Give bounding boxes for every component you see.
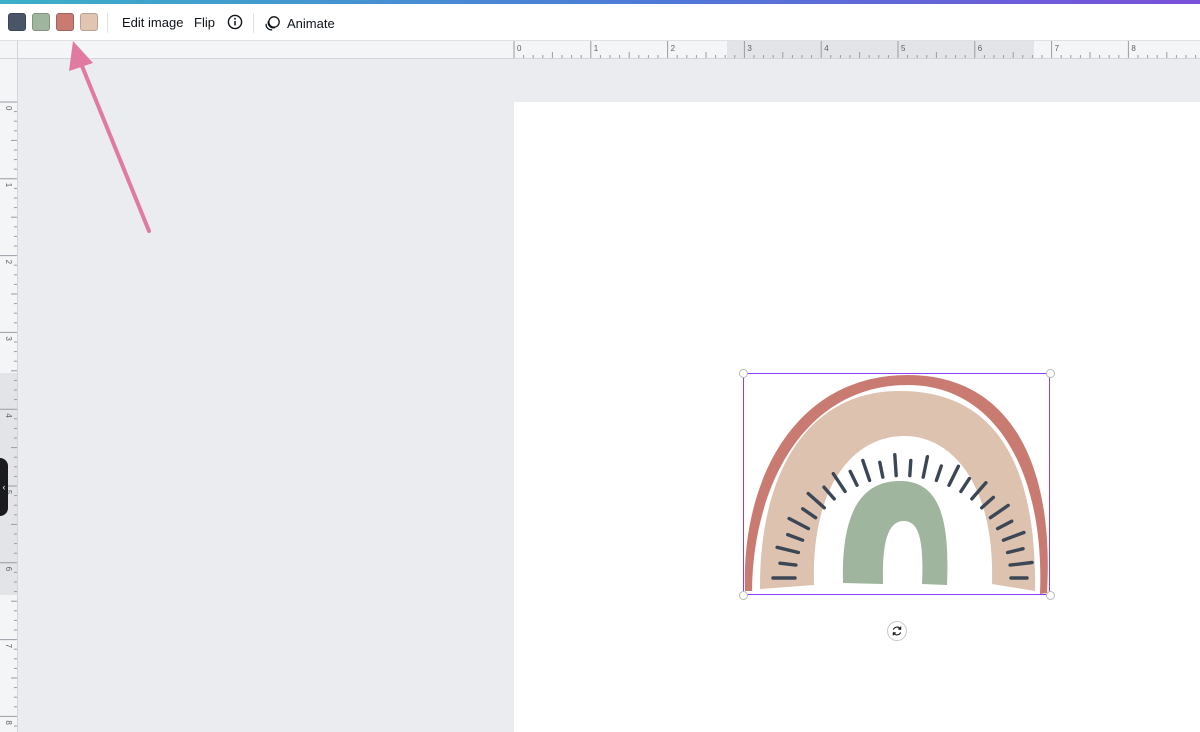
color-swatch-sage[interactable]	[32, 13, 50, 31]
ruler-label: 4	[824, 44, 829, 53]
toolbar-divider	[253, 13, 254, 33]
animate-button[interactable]: Animate	[264, 12, 335, 34]
ruler-corner	[0, 41, 18, 59]
ruler-label: 5	[901, 44, 906, 53]
ruler-label: 8	[1131, 44, 1136, 53]
color-swatch-terracotta[interactable]	[56, 13, 74, 31]
ruler-label: 1	[4, 183, 13, 188]
ruler-label: 2	[4, 260, 13, 265]
chevron-left-icon: ‹	[2, 482, 6, 492]
ruler-label: 3	[747, 44, 752, 53]
ruler-label: 6	[978, 44, 983, 53]
ruler-label: 6	[4, 567, 13, 572]
rotate-handle[interactable]	[887, 621, 907, 641]
top-ruler[interactable]: 0 1 2 3 4 5 6 7 8	[18, 41, 1200, 59]
edit-image-button[interactable]: Edit image	[122, 12, 183, 34]
info-icon[interactable]	[227, 14, 243, 30]
ruler-label: 2	[671, 44, 676, 53]
ruler-label: 3	[4, 336, 13, 341]
flip-button[interactable]: Flip	[194, 12, 215, 34]
ruler-label: 7	[1055, 44, 1060, 53]
resize-handle-bottom-right[interactable]	[1046, 591, 1055, 600]
ruler-label: 1	[594, 44, 599, 53]
resize-handle-top-right[interactable]	[1046, 369, 1055, 378]
ruler-label: 8	[4, 720, 13, 725]
animate-icon	[265, 15, 280, 30]
rotate-icon	[892, 626, 902, 636]
ruler-label: 4	[4, 413, 13, 418]
left-ruler[interactable]: 012345678	[0, 59, 18, 732]
toolbar-divider	[107, 13, 108, 33]
resize-handle-top-left[interactable]	[739, 369, 748, 378]
editor-toolbar: Edit image Flip Animate	[0, 4, 1200, 41]
ruler-label: 0	[4, 106, 13, 111]
color-swatch-navy[interactable]	[8, 13, 26, 31]
ruler-label: 0	[517, 44, 522, 53]
color-swatch-blush[interactable]	[80, 13, 98, 31]
ruler-label: 7	[4, 644, 13, 649]
resize-handle-bottom-left[interactable]	[739, 591, 748, 600]
animate-label: Animate	[287, 15, 335, 31]
selection-box	[743, 373, 1050, 595]
